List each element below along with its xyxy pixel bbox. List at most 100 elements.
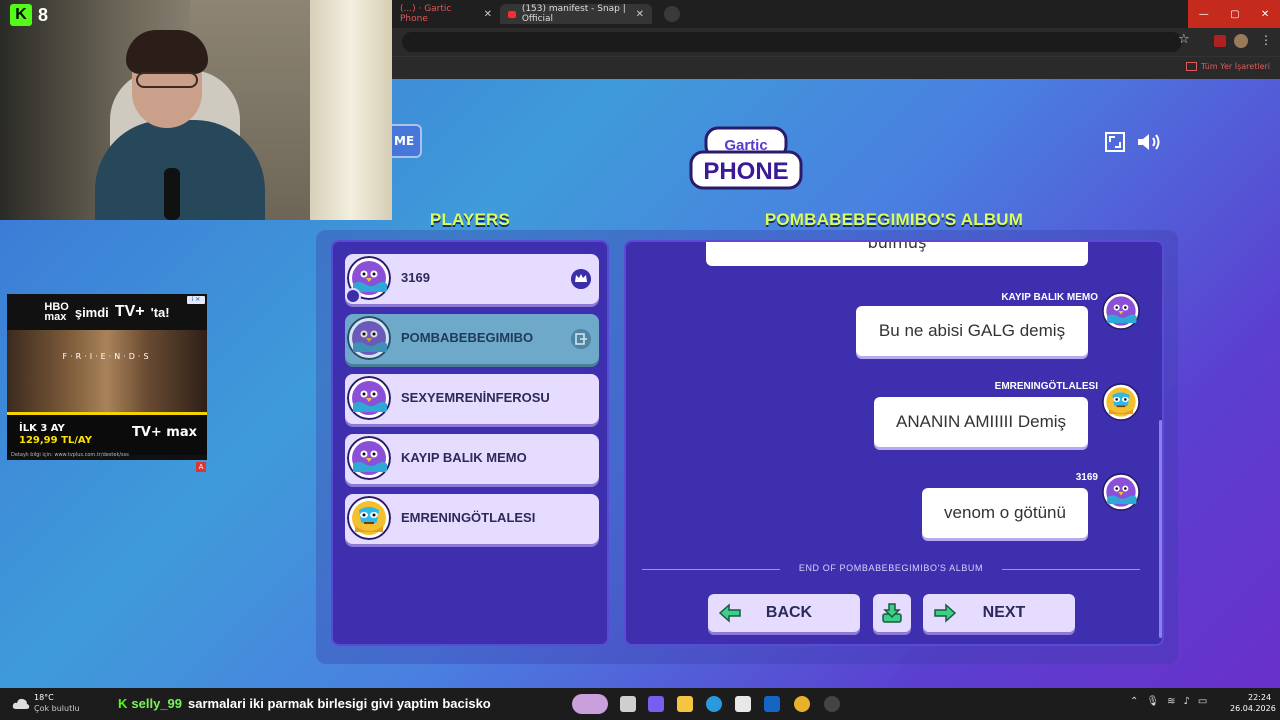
ad-fine-print: Detaylı bilgi için: www.tvplus.com.tr/de… <box>11 452 129 458</box>
kick-chat-icon: K <box>118 696 128 711</box>
minimize-icon[interactable]: — <box>1199 9 1209 20</box>
message-author: KAYIP BALIK MEMO <box>1001 292 1098 303</box>
cloud-icon <box>12 698 30 709</box>
player-card-emreningotlalesi[interactable]: EMRENINGÖTLALESI <box>345 494 599 544</box>
tab-title: (153) manifest - Snap | Official <box>521 4 626 24</box>
player-card-sexyemreninferosu[interactable]: SEXYEMRENİNFEROSU <box>345 374 599 424</box>
volume-icon[interactable]: ♪ <box>1183 696 1189 707</box>
battery-icon[interactable]: ▭ <box>1198 696 1207 707</box>
tab-title: (...) · Gartic Phone <box>400 4 452 24</box>
players-panel: 3169 POMBABEBEGIMIBO SEXYEMRENİNFEROSU K… <box>331 240 609 646</box>
copilot-icon[interactable] <box>648 696 664 712</box>
kick-viewer-badge: K 8 <box>10 4 48 26</box>
home-button[interactable]: ME <box>392 124 422 158</box>
clock-time[interactable]: 22:24 <box>1248 693 1271 702</box>
close-window-icon[interactable]: ✕ <box>1261 9 1269 20</box>
bookmarks-bar: Tüm Yer İşaretleri <box>392 56 1280 79</box>
bookmark-star-icon[interactable]: ☆ <box>1178 32 1190 47</box>
download-icon <box>882 603 902 623</box>
profile-avatar[interactable] <box>1234 34 1248 48</box>
cam-person-glasses <box>136 72 198 88</box>
player-card-3169[interactable]: 3169 <box>345 254 599 304</box>
player-name: SEXYEMRENİNFEROSU <box>401 390 550 405</box>
arrow-left-icon <box>718 603 741 623</box>
taskbar: 18°C Çok bulutlu Kselly_99 sarmalari iki … <box>0 688 1280 720</box>
close-icon[interactable]: ✕ <box>636 9 644 20</box>
extension-icon[interactable] <box>1214 35 1226 47</box>
player-name: EMRENINGÖTLALESI <box>401 510 536 525</box>
message-author: EMRENINGÖTLALESI <box>994 381 1098 392</box>
luchador-avatar-icon <box>1102 383 1140 421</box>
exit-icon[interactable] <box>571 329 591 349</box>
all-bookmarks-link[interactable]: Tüm Yer İşaretleri <box>1185 62 1270 71</box>
player-card-kayip-balik-memo[interactable]: KAYIP BALIK MEMO <box>345 434 599 484</box>
gartic-phone-logo: Gartic PHONE <box>689 126 803 190</box>
crown-icon <box>571 269 591 289</box>
ad-photo: F·R·I·E·N·D·S <box>7 330 207 412</box>
ad-hbo-logo: HBO max <box>44 301 69 323</box>
microphone-icon[interactable]: 🎙 <box>1146 696 1159 707</box>
chat-username: selly_99 <box>131 696 182 711</box>
ad-flag-icon[interactable]: A <box>196 462 206 472</box>
ad-brand-logo: TV+ max <box>131 425 197 440</box>
logo-main-text: PHONE <box>703 158 788 185</box>
browser-tab-youtube[interactable]: (153) manifest - Snap | Official ✕ <box>500 4 652 24</box>
close-icon[interactable]: ✕ <box>484 9 492 20</box>
purple-bird-avatar-icon <box>347 436 391 480</box>
luchador-avatar-icon <box>347 496 391 540</box>
weather-temp: 18°C <box>34 693 54 702</box>
ad-offer-line2: 129,99 TL/AY <box>19 435 92 446</box>
purple-bird-avatar-icon <box>347 316 391 360</box>
chat-message: sarmalari iki parmak birlesigi givi yapt… <box>188 696 491 711</box>
player-name: KAYIP BALIK MEMO <box>401 450 527 465</box>
fullscreen-icon[interactable] <box>1105 132 1125 152</box>
cam-person-body <box>95 120 265 220</box>
back-button[interactable]: BACK <box>708 594 860 632</box>
address-bar-row: ☆ ⋮ <box>392 28 1280 56</box>
browser-tab-gartic[interactable]: (...) · Gartic Phone ✕ <box>392 4 500 24</box>
cam-curtain <box>310 0 392 220</box>
message-bubble: ANANIN AMIIIII Demiş <box>874 397 1088 447</box>
clock-date[interactable]: 26.04.2026 <box>1230 704 1276 713</box>
player-card-pombabebegimibo[interactable]: POMBABEBEGIMIBO <box>345 314 599 364</box>
obs-icon[interactable] <box>824 696 840 712</box>
host-badge-icon <box>345 288 361 304</box>
file-explorer-icon[interactable] <box>677 696 693 712</box>
kick-logo-icon: K <box>10 4 32 26</box>
ad-info-icon[interactable]: i ✕ <box>187 296 205 304</box>
new-tab-button[interactable] <box>664 6 680 22</box>
outlook-icon[interactable] <box>764 696 780 712</box>
maximize-icon[interactable]: ▢ <box>1230 9 1239 20</box>
previous-message-bubble: bulmuş <box>706 242 1088 266</box>
store-icon[interactable] <box>735 696 751 712</box>
ad-headline: HBO max şimdi TV+ 'ta! <box>7 294 207 330</box>
player-name: 3169 <box>401 270 430 285</box>
purple-bird-avatar-icon <box>1102 292 1140 330</box>
edge-icon[interactable] <box>706 696 722 712</box>
task-view-icon[interactable] <box>620 696 636 712</box>
menu-kebab-icon[interactable]: ⋮ <box>1260 33 1272 47</box>
chat-overlay: Kselly_99 sarmalari iki parmak birlesigi … <box>118 696 491 711</box>
next-button[interactable]: NEXT <box>923 594 1075 632</box>
chevron-up-icon[interactable]: ⌃ <box>1130 696 1138 707</box>
album-panel: bulmuş KAYIP BALIK MEMO Bu ne abisi GALG… <box>624 240 1164 646</box>
message-bubble: Bu ne abisi GALG demiş <box>856 306 1088 356</box>
ad-tvplus: TV+ <box>114 303 145 320</box>
sound-icon[interactable] <box>1136 131 1162 153</box>
cam-microphone <box>164 168 180 220</box>
download-button[interactable] <box>873 594 911 632</box>
message-author: 3169 <box>1075 472 1098 483</box>
ad-headline-text: şimdi <box>74 304 109 320</box>
ad-show-title: F·R·I·E·N·D·S <box>62 352 152 361</box>
end-of-album-label: END OF POMBABEBEGIMIBO'S ALBUM <box>780 563 1002 573</box>
album-title: POMBABEBEGIMIBO'S ALBUM <box>764 210 1024 229</box>
address-bar[interactable] <box>402 32 1182 52</box>
folder-icon <box>1185 62 1197 71</box>
chrome-icon[interactable] <box>794 696 810 712</box>
wifi-icon[interactable]: ≋ <box>1167 696 1175 707</box>
advertisement[interactable]: HBO max şimdi TV+ 'ta! F·R·I·E·N·D·S İLK … <box>7 294 207 460</box>
ad-offer-line1: İLK 3 AY <box>19 423 65 434</box>
ad-offer: İLK 3 AY 129,99 TL/AY TV+ max <box>7 412 207 455</box>
album-scrollbar[interactable] <box>1159 420 1162 638</box>
search-widget[interactable] <box>572 694 608 714</box>
